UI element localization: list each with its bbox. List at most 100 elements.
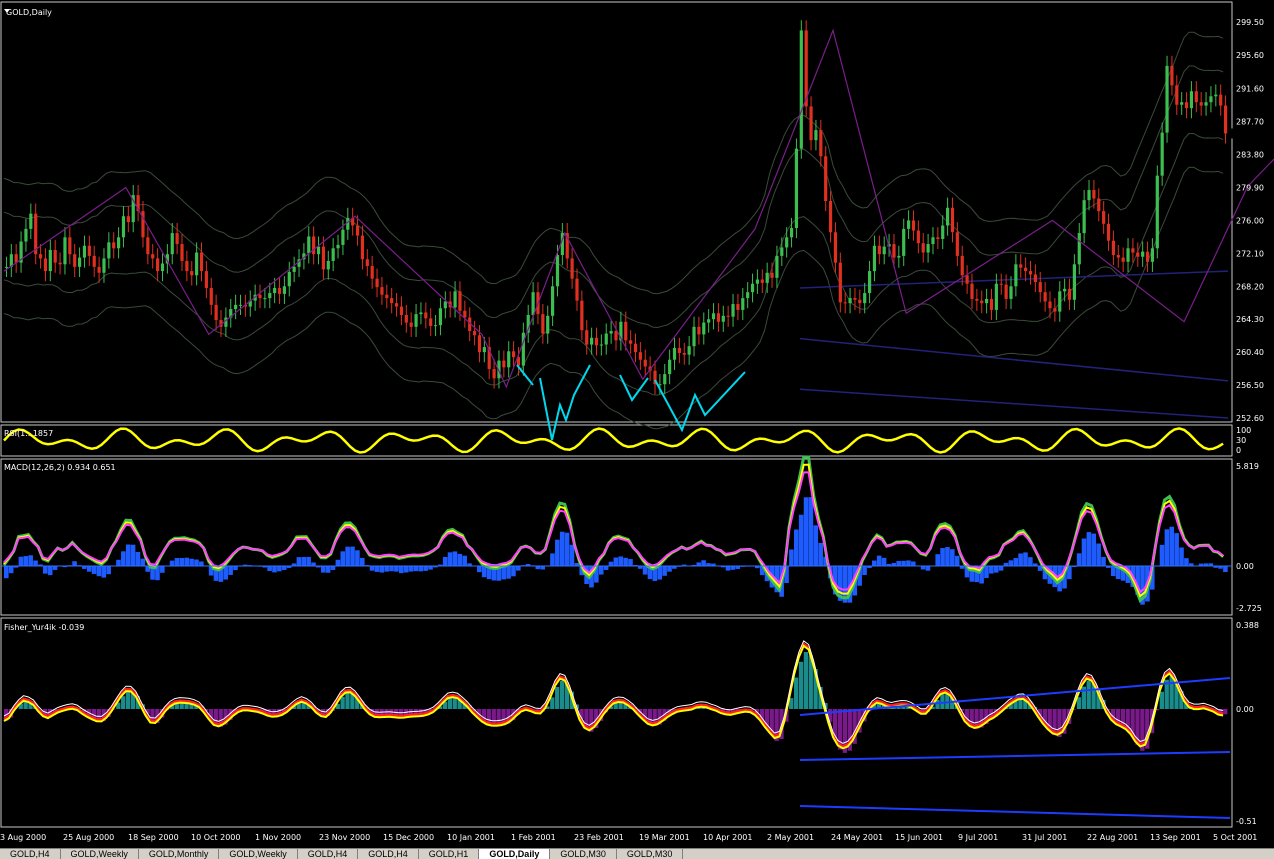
macd-histogram-bar — [628, 559, 633, 566]
price-tick-label: 272.10 — [1236, 249, 1264, 258]
date-tick-label: 15 Dec 2000 — [383, 833, 434, 842]
fisher-tick-label: 0.00 — [1236, 705, 1254, 714]
candle-body — [824, 156, 827, 201]
candle-body — [1078, 233, 1081, 264]
date-tick-label: 23 Nov 2000 — [319, 833, 370, 842]
candle-body — [1136, 253, 1139, 257]
macd-histogram-bar — [1160, 545, 1165, 566]
macd-histogram-bar — [935, 554, 940, 566]
macd-histogram-bar — [809, 497, 814, 566]
chart-canvas[interactable]: 299.50295.60291.60287.70283.80279.90276.… — [0, 0, 1274, 848]
candle-body — [492, 369, 495, 378]
candle-body — [1009, 286, 1012, 299]
fisher-label: Fisher_Yur4ik -0.039 — [4, 623, 84, 632]
candle-body — [1029, 271, 1032, 274]
candle-body — [1165, 66, 1168, 133]
macd-histogram-bar — [414, 566, 419, 571]
candle-body — [639, 352, 642, 360]
macd-histogram-bar — [336, 560, 341, 566]
macd-tick-label: 5.819 — [1236, 462, 1259, 471]
price-tick-label: 287.70 — [1236, 118, 1264, 127]
fisher-histogram-bar — [799, 662, 803, 709]
candle-body — [1161, 133, 1164, 176]
candle-body — [575, 279, 578, 301]
macd-histogram-bar — [370, 566, 375, 571]
candle-body — [44, 258, 47, 271]
macd-histogram-bar — [516, 566, 521, 571]
macd-histogram-bar — [570, 545, 575, 566]
macd-histogram-bar — [199, 561, 204, 566]
candle-body — [1146, 252, 1149, 262]
price-tick-label: 283.80 — [1236, 151, 1264, 160]
macd-histogram-bar — [33, 560, 38, 566]
candle-body — [868, 271, 871, 293]
candle-body — [453, 291, 456, 307]
chart-title: GOLD,Daily — [6, 8, 52, 17]
candle-body — [1195, 91, 1198, 102]
chart-tab-strip: GOLD,H4GOLD,WeeklyGOLD,MonthlyGOLD,Weekl… — [0, 848, 1274, 859]
candle-body — [1170, 66, 1173, 85]
macd-histogram-bar — [267, 566, 272, 571]
candle-body — [756, 280, 759, 284]
candle-body — [829, 201, 832, 232]
candle-body — [1126, 248, 1129, 262]
price-tick-label: 291.60 — [1236, 85, 1264, 94]
candle-body — [917, 231, 920, 244]
candle-body — [122, 216, 125, 237]
candle-body — [819, 130, 822, 156]
macd-histogram-bar — [799, 515, 804, 566]
rsi-level-label: 0 — [1236, 446, 1241, 455]
date-tick-label: 1 Nov 2000 — [255, 833, 301, 842]
candle-body — [215, 305, 218, 320]
candle-body — [1073, 264, 1076, 299]
macd-histogram-bar — [453, 551, 458, 566]
macd-histogram-bar — [194, 559, 199, 566]
macd-histogram-bar — [1018, 553, 1023, 566]
candle-body — [839, 263, 842, 303]
price-tick-label: 252.60 — [1236, 414, 1264, 423]
candle-body — [1151, 248, 1154, 262]
candle-body — [49, 250, 52, 271]
macd-histogram-bar — [97, 566, 102, 576]
candle-body — [848, 298, 851, 303]
candle-body — [1185, 102, 1188, 108]
candle-body — [293, 267, 296, 272]
date-tick-label: 23 Feb 2001 — [574, 833, 624, 842]
macd-histogram-bar — [24, 556, 29, 566]
macd-histogram-bar — [482, 566, 487, 577]
candle-body — [117, 237, 120, 248]
candle-body — [180, 244, 183, 261]
price-tick-label: 295.60 — [1236, 51, 1264, 60]
candle-body — [780, 247, 783, 255]
candle-body — [580, 301, 583, 331]
macd-histogram-bar — [989, 566, 994, 574]
candle-body — [332, 248, 335, 261]
macd-histogram-bar — [340, 551, 345, 566]
candle-body — [595, 338, 598, 346]
macd-histogram-bar — [102, 566, 107, 578]
macd-histogram-bar — [345, 547, 350, 566]
candle-body — [834, 232, 837, 262]
macd-histogram-bar — [297, 557, 302, 566]
macd-histogram-bar — [609, 562, 614, 566]
candle-body — [507, 351, 510, 367]
candle-body — [307, 236, 310, 253]
fisher-histogram-bar — [1169, 676, 1173, 709]
candle-body — [419, 312, 422, 314]
macd-histogram-bar — [701, 560, 706, 566]
price-tick-label: 268.20 — [1236, 282, 1264, 291]
macd-histogram-bar — [623, 558, 628, 566]
date-tick-label: 10 Apr 2001 — [703, 833, 752, 842]
candle-body — [863, 293, 866, 303]
macd-histogram-bar — [1179, 547, 1184, 566]
chart-window[interactable]: 299.50295.60291.60287.70283.80279.90276.… — [0, 0, 1274, 858]
macd-histogram-bar — [428, 566, 433, 570]
macd-histogram-bar — [1184, 558, 1189, 566]
candle-body — [858, 300, 861, 303]
candle-body — [1107, 224, 1110, 241]
candle-body — [176, 233, 179, 244]
macd-histogram-bar — [940, 548, 945, 566]
candle-body — [951, 208, 954, 232]
macd-histogram-bar — [1023, 552, 1028, 566]
candle-body — [380, 287, 383, 295]
